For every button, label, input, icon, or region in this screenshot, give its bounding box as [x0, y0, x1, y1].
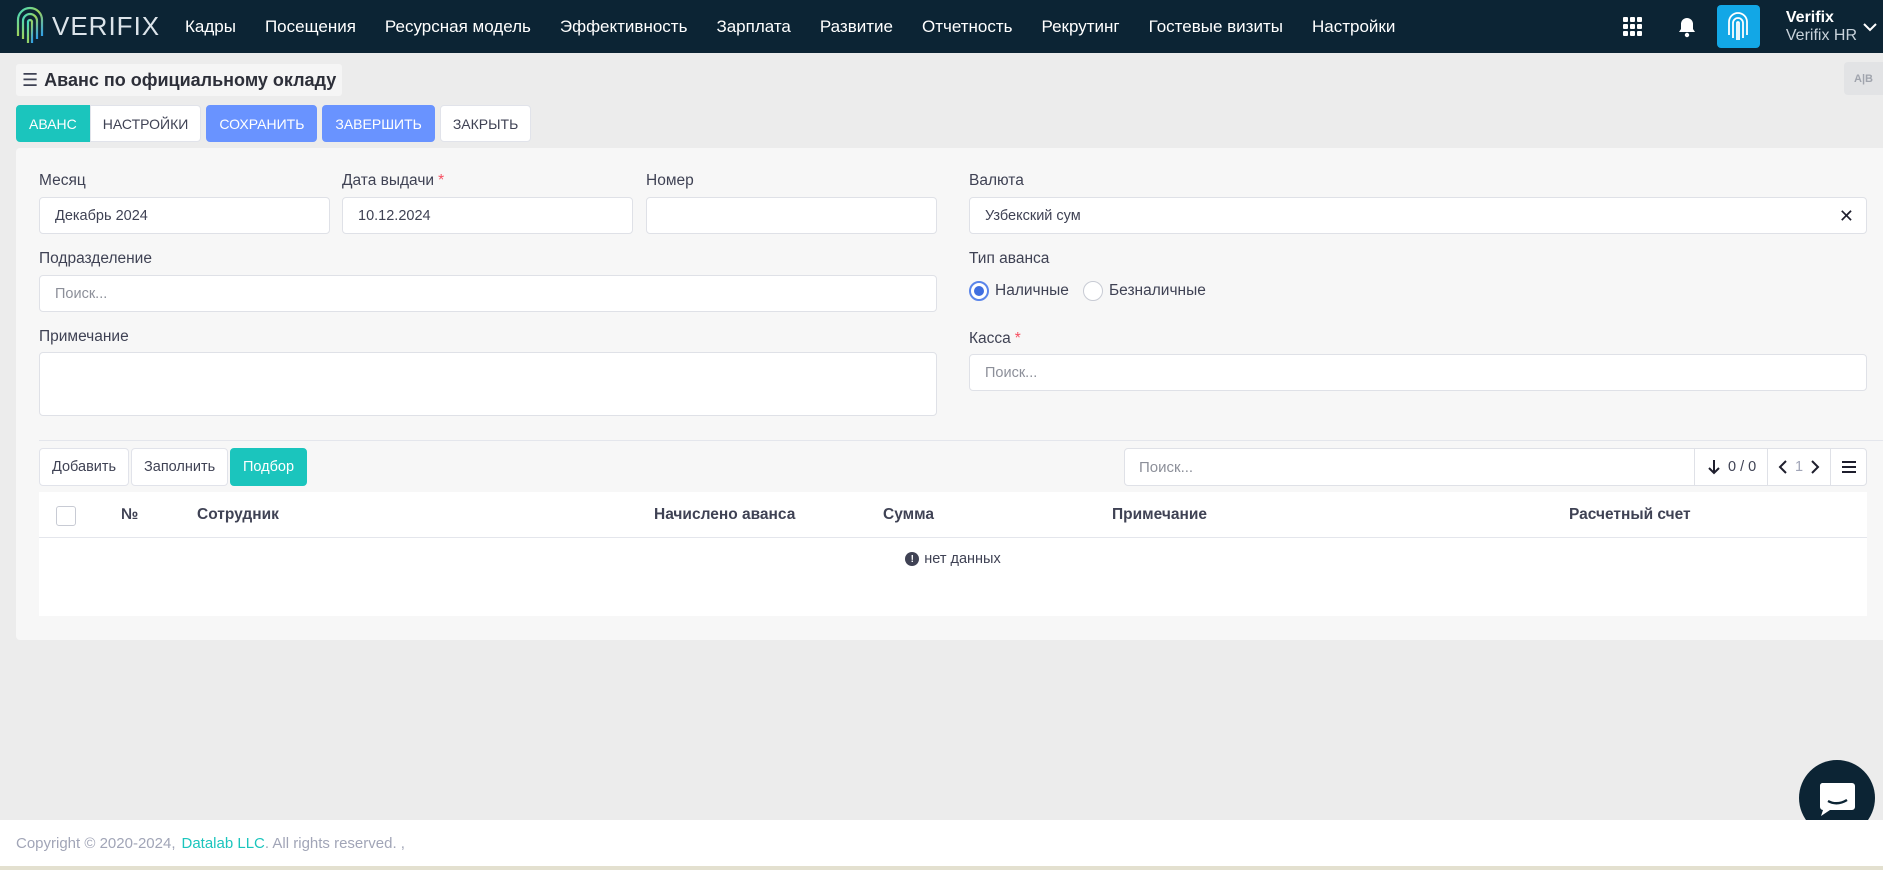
employees-table: № Сотрудник Начислено аванса Сумма Приме… — [39, 492, 1867, 616]
brand-name: VERIFIX — [52, 11, 161, 41]
cash-label: Касса * — [969, 330, 1021, 348]
section-divider — [39, 440, 1883, 441]
menu-hamburger-icon[interactable]: ☰ — [22, 70, 38, 91]
select-button[interactable]: Подбор — [230, 448, 308, 486]
columns-menu-button[interactable] — [1830, 448, 1867, 486]
radio-cash-label: Наличные — [995, 282, 1069, 299]
apps-grid-icon[interactable] — [1622, 16, 1643, 37]
radio-cashless[interactable]: Безналичные — [1083, 281, 1206, 301]
number-label: Номер — [646, 172, 694, 189]
page-number: 1 — [1794, 459, 1804, 475]
row-counter: 0 / 0 — [1728, 459, 1757, 475]
grid-search-input[interactable]: Поиск... — [1124, 448, 1695, 486]
column-header-accrued-advance[interactable]: Начислено аванса — [654, 506, 795, 524]
pagination: 1 — [1767, 448, 1831, 486]
menu-item-attendance[interactable]: Посещения — [265, 17, 356, 37]
user-name: Verifix — [1785, 8, 1834, 26]
page-title: Аванс по официальному окладу — [44, 69, 337, 90]
note-textarea[interactable] — [39, 352, 937, 416]
currency-field[interactable]: Узбекский сум ✕ — [969, 197, 1867, 234]
brand-logo[interactable]: VERIFIX — [14, 6, 185, 48]
issue-date-label: Дата выдачи * — [342, 172, 444, 190]
menu-item-guest-visits[interactable]: Гостевые визиты — [1149, 17, 1283, 37]
bell-icon[interactable] — [1677, 16, 1697, 38]
user-info[interactable]: Verifix Verifix HR — [1786, 9, 1857, 45]
footer-copyright: Copyright © 2020-2024, — [16, 835, 176, 852]
required-mark: * — [1014, 330, 1021, 347]
footer-rights: . All rights reserved. , — [264, 835, 405, 852]
division-search-input[interactable]: Поиск... — [39, 275, 937, 312]
menu-item-reports[interactable]: Отчетность — [922, 17, 1013, 37]
empty-state: ! нет данных — [39, 551, 1867, 567]
column-header-employee[interactable]: Сотрудник — [197, 506, 279, 524]
add-button[interactable]: Добавить — [39, 448, 130, 486]
footer-company-link[interactable]: Datalab LLC — [182, 835, 265, 852]
chevron-down-icon[interactable] — [1861, 18, 1879, 36]
top-navbar: VERIFIX Кадры Посещения Ресурсная модель… — [0, 0, 1883, 53]
chevron-left-icon[interactable] — [1778, 459, 1788, 475]
language-toggle-button[interactable]: A|B — [1844, 62, 1883, 95]
user-avatar[interactable] — [1716, 5, 1760, 48]
note-input[interactable] — [44, 357, 932, 411]
save-button[interactable]: СОХРАНИТЬ — [206, 105, 318, 142]
cash-label-text: Касса — [969, 330, 1011, 347]
table-header: № Сотрудник Начислено аванса Сумма Приме… — [39, 492, 1867, 538]
menu-item-development[interactable]: Развитие — [820, 17, 893, 37]
menu-item-efficiency[interactable]: Эффективность — [560, 17, 688, 37]
page-header: ☰ Аванс по официальному окладу — [16, 64, 343, 96]
menu-item-settings[interactable]: Настройки — [1312, 17, 1395, 37]
clear-icon[interactable]: ✕ — [1839, 206, 1854, 227]
tab-advance[interactable]: АВАНС — [16, 105, 90, 142]
chat-bubble-icon — [1819, 783, 1855, 816]
menu-item-resource-model[interactable]: Ресурсная модель — [385, 17, 531, 37]
select-all-checkbox[interactable] — [56, 506, 76, 526]
sort-counter[interactable]: 0 / 0 — [1694, 448, 1768, 486]
chevron-right-icon[interactable] — [1810, 459, 1820, 475]
note-label: Примечание — [39, 328, 129, 345]
fingerprint-icon — [1728, 11, 1749, 40]
column-header-note[interactable]: Примечание — [1112, 506, 1207, 524]
radio-cash[interactable]: Наличные — [969, 281, 1069, 301]
info-icon: ! — [905, 552, 920, 566]
radio-cash-dot[interactable] — [969, 281, 989, 301]
currency-value: Узбекский сум — [985, 207, 1081, 224]
menu-item-recruiting[interactable]: Рекрутинг — [1042, 17, 1120, 37]
required-mark: * — [438, 172, 445, 189]
tab-settings[interactable]: НАСТРОЙКИ — [89, 105, 202, 142]
close-button[interactable]: ЗАКРЫТЬ — [439, 105, 532, 142]
menu-item-salary[interactable]: Зарплата — [716, 17, 790, 37]
footer: Copyright © 2020-2024, Datalab LLC . All… — [0, 820, 1883, 867]
arrow-down-icon[interactable] — [1707, 459, 1721, 475]
radio-cashless-dot[interactable] — [1083, 281, 1103, 301]
radio-cashless-label: Безналичные — [1109, 282, 1206, 299]
month-field[interactable]: Декабрь 2024 — [39, 197, 330, 234]
month-label: Месяц — [39, 172, 86, 189]
user-company: Verifix HR — [1785, 26, 1857, 44]
column-header-amount[interactable]: Сумма — [883, 506, 934, 524]
action-bar: АВАНС НАСТРОЙКИ СОХРАНИТЬ ЗАВЕРШИТЬ ЗАКР… — [16, 105, 532, 142]
fingerprint-logo-icon — [16, 6, 44, 43]
fill-button[interactable]: Заполнить — [131, 448, 229, 486]
advance-type-label: Тип аванса — [969, 250, 1050, 267]
main-menu: Кадры Посещения Ресурсная модель Эффекти… — [185, 0, 1424, 53]
currency-label: Валюта — [969, 172, 1024, 189]
column-header-settlement-account[interactable]: Расчетный счет — [1569, 506, 1691, 524]
issue-date-field[interactable]: 10.12.2024 — [342, 197, 633, 234]
cash-search-input[interactable]: Поиск... — [969, 354, 1867, 391]
division-label: Подразделение — [39, 250, 152, 267]
list-menu-icon — [1841, 461, 1856, 473]
finish-button[interactable]: ЗАВЕРШИТЬ — [322, 105, 435, 142]
menu-item-kadry[interactable]: Кадры — [185, 17, 236, 37]
empty-state-text: нет данных — [924, 551, 1001, 567]
number-field[interactable] — [646, 197, 937, 234]
column-header-number[interactable]: № — [121, 506, 138, 524]
navbar-right: Verifix Verifix HR — [1622, 0, 1883, 53]
issue-date-label-text: Дата выдачи — [342, 172, 435, 189]
footer-bottom-line — [0, 866, 1883, 870]
